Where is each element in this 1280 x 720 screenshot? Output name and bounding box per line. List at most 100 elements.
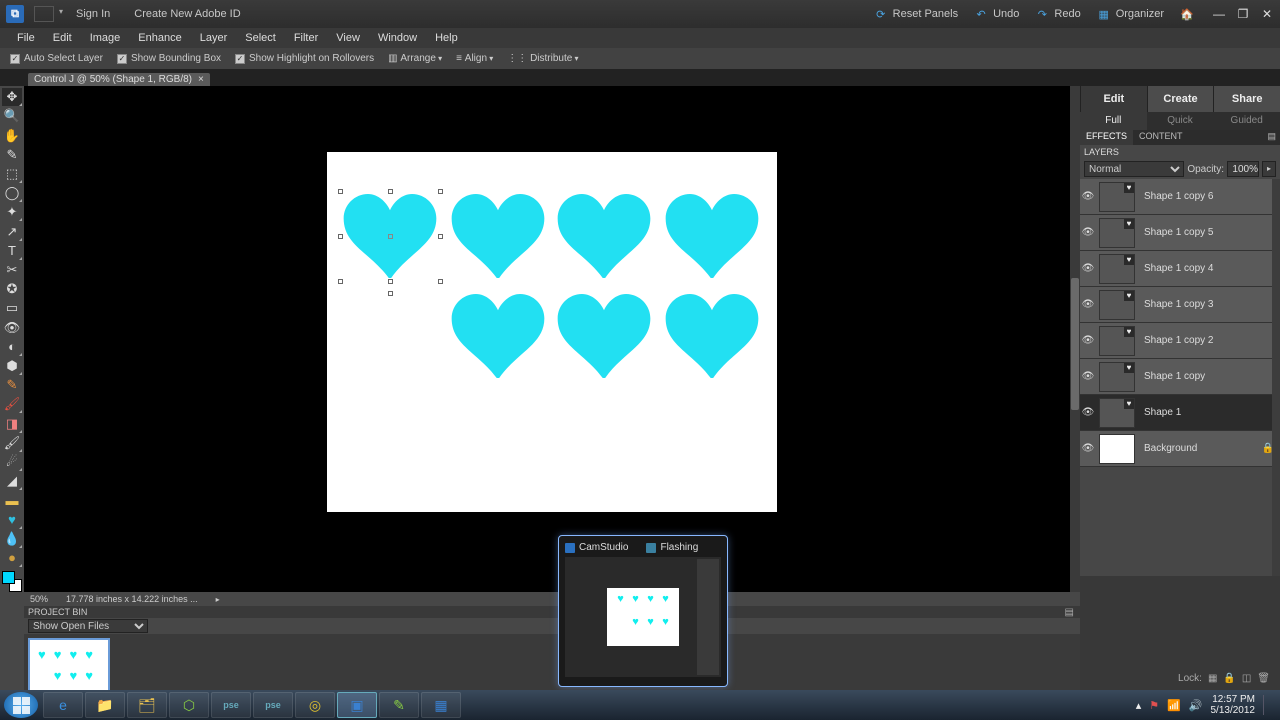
layer-name[interactable]: Shape 1 copy 3 <box>1144 299 1214 310</box>
layer-name[interactable]: Shape 1 copy 5 <box>1144 227 1214 238</box>
panel-menu-icon[interactable]: ▤ <box>1261 130 1280 145</box>
healing-tool[interactable]: ◐ <box>2 338 22 356</box>
lock-transparency-icon[interactable]: ▦ <box>1208 673 1217 684</box>
sign-in-link[interactable]: Sign In <box>76 8 110 20</box>
taskbar-pse2[interactable]: pse <box>253 692 293 718</box>
sponge-tool[interactable]: ● <box>2 549 22 567</box>
sub-guided[interactable]: Guided <box>1213 112 1280 130</box>
project-bin-menu-icon[interactable]: ▤ <box>1065 607 1074 618</box>
zoom-tool[interactable]: 🔍 <box>2 107 22 125</box>
layer-thumbnail[interactable]: ♥ <box>1099 326 1135 356</box>
paint-bucket-tool[interactable]: ◢ <box>2 472 22 490</box>
close-button[interactable]: ✕ <box>1260 7 1274 21</box>
selection-handle[interactable] <box>338 189 343 194</box>
preview-tab-camstudio[interactable]: CamStudio <box>579 542 628 553</box>
blur-tool[interactable]: 💧 <box>2 530 22 548</box>
selection-handle[interactable] <box>438 189 443 194</box>
tray-network-icon[interactable]: 📶 <box>1167 699 1181 712</box>
menu-enhance[interactable]: Enhance <box>129 32 190 44</box>
layer-row[interactable]: 👁Background🔒 <box>1080 431 1280 467</box>
opacity-flyout[interactable]: ▸ <box>1262 161 1276 177</box>
layer-row[interactable]: 👁♥ Shape 1 copy 2 <box>1080 323 1280 359</box>
gradient-tool[interactable]: ▬ <box>2 491 22 509</box>
sub-full[interactable]: Full <box>1080 112 1147 130</box>
auto-select-checkbox[interactable]: ✓ <box>10 54 20 64</box>
document-canvas[interactable] <box>327 152 777 512</box>
menu-help[interactable]: Help <box>426 32 467 44</box>
heart-shape[interactable] <box>665 194 759 278</box>
visibility-toggle[interactable]: 👁 <box>1080 227 1096 238</box>
taskbar-hover-preview[interactable]: CamStudio Flashing ♥♥♥♥♥♥♥ <box>558 535 728 687</box>
delete-layer-icon[interactable]: 🗑 <box>1257 673 1270 684</box>
organizer-button[interactable]: ▦Organizer <box>1097 7 1164 21</box>
layer-name[interactable]: Shape 1 <box>1144 407 1181 418</box>
align-dropdown[interactable]: Align <box>465 53 494 64</box>
hand-tool[interactable]: ✋ <box>2 126 22 144</box>
workspace-switcher[interactable] <box>34 6 54 22</box>
foreground-color[interactable] <box>2 571 15 584</box>
maximize-button[interactable]: ❐ <box>1236 7 1250 21</box>
menu-image[interactable]: Image <box>81 32 130 44</box>
selection-handle[interactable] <box>338 279 343 284</box>
selection-handle[interactable] <box>438 234 443 239</box>
arrange-dropdown[interactable]: Arrange <box>400 53 442 64</box>
visibility-toggle[interactable]: 👁 <box>1080 407 1096 418</box>
reset-panels-button[interactable]: ⟳Reset Panels <box>874 7 958 21</box>
project-bin-filter[interactable]: Show Open Files <box>28 619 148 633</box>
layer-name[interactable]: Shape 1 copy 4 <box>1144 263 1214 274</box>
layer-row[interactable]: 👁♥ Shape 1 copy 5 <box>1080 215 1280 251</box>
visibility-toggle[interactable]: 👁 <box>1080 443 1096 454</box>
taskbar-ie[interactable]: e <box>43 692 83 718</box>
marquee-tool[interactable]: ⬚ <box>2 165 22 183</box>
layer-row[interactable]: 👁♥Shape 1 copy <box>1080 359 1280 395</box>
layer-row[interactable]: 👁♥Shape 1 copy 3 <box>1080 287 1280 323</box>
start-button[interactable] <box>4 692 38 718</box>
selection-handle[interactable] <box>338 234 343 239</box>
taskbar-explorer[interactable]: 📁 <box>85 692 125 718</box>
cookie-cutter-tool[interactable]: ✪ <box>2 280 22 298</box>
bounding-box-checkbox[interactable]: ✓ <box>117 54 127 64</box>
clone-tool[interactable]: ⬢ <box>2 357 22 375</box>
sub-quick[interactable]: Quick <box>1147 112 1214 130</box>
menu-view[interactable]: View <box>327 32 369 44</box>
heart-shape[interactable] <box>451 294 545 378</box>
pencil-tool[interactable]: ✎ <box>2 376 22 394</box>
tray-clock[interactable]: 12:57 PM5/13/2012 <box>1211 694 1256 716</box>
opacity-input[interactable] <box>1227 161 1259 177</box>
menu-filter[interactable]: Filter <box>285 32 327 44</box>
mode-create[interactable]: Create <box>1147 86 1214 112</box>
layer-thumbnail[interactable]: ♥ <box>1099 398 1135 428</box>
document-tab[interactable]: Control J @ 50% (Shape 1, RGB/8) × <box>28 73 210 86</box>
layer-thumbnail[interactable]: ♥ <box>1099 182 1135 212</box>
lock-all-icon[interactable]: 🔒 <box>1223 673 1235 684</box>
smudge-tool[interactable]: ☄ <box>2 453 22 471</box>
tray-volume-icon[interactable]: 🔊 <box>1189 699 1203 712</box>
menu-edit[interactable]: Edit <box>44 32 81 44</box>
smart-brush-tool[interactable]: 🖌 <box>2 395 22 413</box>
layers-scrollbar[interactable] <box>1272 179 1280 576</box>
visibility-toggle[interactable]: 👁 <box>1080 335 1096 346</box>
menu-select[interactable]: Select <box>236 32 285 44</box>
selection-handle[interactable] <box>438 279 443 284</box>
blend-mode-select[interactable]: Normal <box>1084 161 1184 177</box>
preview-tab-flashing[interactable]: Flashing <box>660 542 698 553</box>
eraser-tool[interactable]: ◨ <box>2 414 22 432</box>
redeye-tool[interactable]: 👁 <box>2 318 22 336</box>
undo-button[interactable]: ↶Undo <box>974 7 1019 21</box>
heart-shape[interactable] <box>665 294 759 378</box>
layer-thumbnail[interactable]: ♥ <box>1099 362 1135 392</box>
layer-name[interactable]: Shape 1 copy 2 <box>1144 335 1214 346</box>
mode-share[interactable]: Share <box>1213 86 1280 112</box>
visibility-toggle[interactable]: 👁 <box>1080 191 1096 202</box>
magic-wand-tool[interactable]: ✦ <box>2 203 22 221</box>
panel-content[interactable]: CONTENT <box>1133 130 1189 145</box>
selection-handle[interactable] <box>388 189 393 194</box>
create-adobe-id-link[interactable]: Create New Adobe ID <box>134 8 240 20</box>
tray-flag-icon[interactable]: ⚑ <box>1149 699 1159 712</box>
taskbar-app1[interactable]: ⬡ <box>169 692 209 718</box>
show-desktop[interactable] <box>1263 695 1270 715</box>
new-layer-icon[interactable]: ◫ <box>1242 673 1251 684</box>
layer-thumbnail[interactable]: ♥ <box>1099 218 1135 248</box>
layer-row[interactable]: 👁♥Shape 1 copy 6 <box>1080 179 1280 215</box>
taskbar-app4[interactable]: ▦ <box>421 692 461 718</box>
